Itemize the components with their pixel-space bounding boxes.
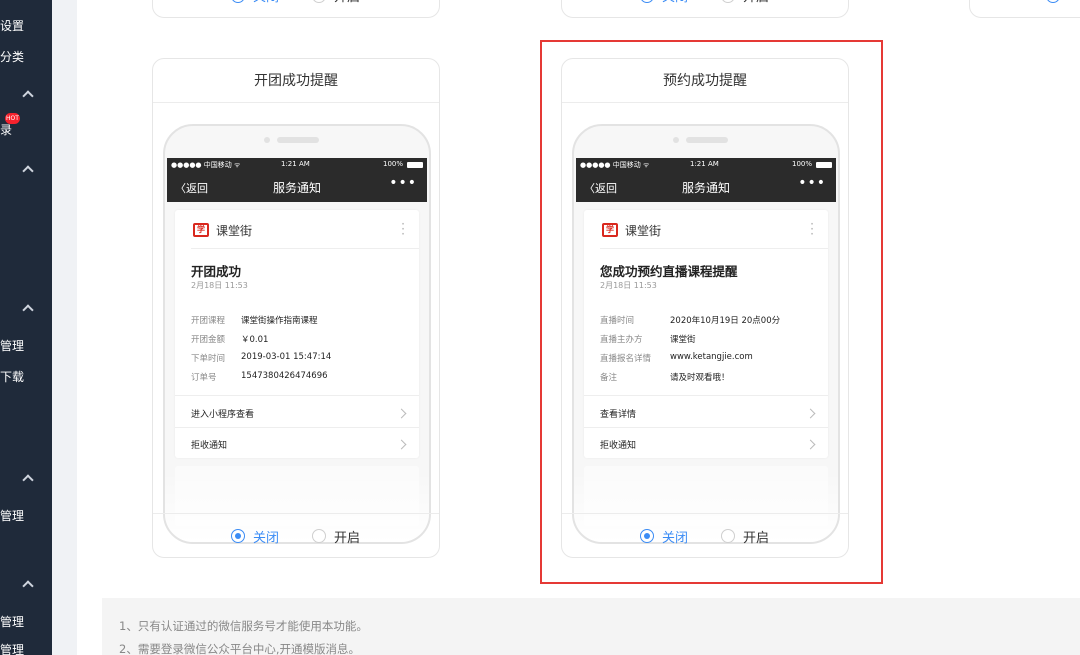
row-value: 课堂街操作指南课程 [241, 316, 318, 326]
clock: 1:21 AM [281, 160, 310, 168]
divider [175, 395, 419, 396]
sidebar-item-download[interactable]: 下载 [0, 368, 24, 385]
divider [175, 427, 419, 428]
open-miniprogram-link[interactable]: 进入小程序查看 [191, 407, 254, 420]
notes-panel: 1、只有认证通过的微信服务号才能使用本功能。 2、需要登录微信公众平台中心,开通… [102, 598, 1080, 655]
template-card-top: 关闭 开启 [561, 0, 849, 18]
carrier: ●●●●● 中国移动 ᯤ [171, 161, 241, 169]
note-item: 1、只有认证通过的微信服务号才能使用本功能。 [119, 619, 368, 633]
speaker-icon [277, 137, 319, 143]
radio-off[interactable] [1046, 0, 1060, 3]
row-label: 开团课程 [191, 316, 226, 326]
message-row: 下单时间 2019-03-01 15:47:14 [191, 352, 331, 364]
message-row: 开团课程 课堂街操作指南课程 [191, 314, 318, 326]
chevron-up-icon[interactable] [22, 580, 34, 592]
brand-name: 课堂街 [216, 224, 253, 238]
sidebar-item-manage[interactable]: 管理 [0, 613, 24, 630]
phone-preview: ●●●●● 中国移动 ᯤ 1:21 AM 100% 〈返回 服务通知 ••• 学… [163, 124, 431, 544]
radio-off[interactable] [640, 0, 654, 3]
template-card-group-success: 开团成功提醒 ●●●●● 中国移动 ᯤ 1:21 AM 100% 〈返回 服务通… [152, 58, 440, 558]
status-bar: ●●●●● 中国移动 ᯤ 1:21 AM 100% [167, 158, 427, 172]
card-footer: 关闭 开启 [153, 513, 439, 557]
radio-on[interactable] [312, 0, 326, 3]
nav-title: 服务通知 [272, 181, 321, 195]
chevron-right-icon [396, 408, 407, 419]
camera-icon [264, 137, 270, 143]
radio-on[interactable] [312, 529, 326, 543]
template-card-top [969, 0, 1080, 18]
chevron-up-icon[interactable] [22, 304, 34, 316]
screen: 设置 分类 HOT 录 管理 下载 管理 管理 管理 关闭 开启 关闭 开启 开… [0, 0, 1080, 655]
row-value: 1547380426474696 [241, 371, 328, 381]
message-row: 订单号 1547380426474696 [191, 371, 328, 383]
chevron-up-icon[interactable] [22, 90, 34, 102]
message-row: 开团金额 ￥0.01 [191, 333, 268, 345]
sidebar-item-category[interactable]: 分类 [0, 48, 24, 65]
divider [191, 248, 419, 249]
sidebar-item-record[interactable]: 录 [0, 121, 12, 138]
message-title: 开团成功 [191, 264, 242, 279]
nav-bar: 〈返回 服务通知 ••• [167, 172, 427, 202]
template-card-top: 关闭 开启 [152, 0, 440, 18]
radio-on-label: 开启 [743, 0, 769, 5]
battery-icon [407, 162, 423, 168]
note-item: 2、需要登录微信公众平台中心,开通模版消息。 [119, 642, 360, 655]
row-value: ￥0.01 [241, 335, 269, 345]
row-label: 订单号 [191, 373, 217, 383]
chevron-up-icon[interactable] [22, 165, 34, 177]
radio-on-label: 开启 [334, 531, 361, 546]
message-date: 2月18日 11:53 [191, 281, 248, 290]
radio-off-label: 关闭 [253, 0, 279, 5]
content-gutter [52, 0, 77, 655]
radio-off[interactable] [231, 0, 245, 3]
more-icon[interactable]: ••• [389, 175, 417, 191]
radio-off-label: 关闭 [662, 0, 688, 5]
radio-off[interactable] [231, 529, 245, 543]
radio-off-label: 关闭 [253, 531, 280, 546]
reject-notice-link[interactable]: 拒收通知 [191, 438, 227, 451]
sidebar-item-settings[interactable]: 设置 [0, 17, 24, 34]
chevron-up-icon[interactable] [22, 474, 34, 486]
sidebar-item-manage[interactable]: 管理 [0, 641, 24, 655]
row-label: 开团金额 [191, 335, 226, 345]
sidebar-item-manage[interactable]: 管理 [0, 337, 24, 354]
sidebar-item-manage[interactable]: 管理 [0, 507, 24, 524]
radio-on-label: 开启 [334, 0, 360, 5]
sidebar: 设置 分类 HOT 录 管理 下载 管理 管理 管理 [0, 0, 52, 655]
radio-on[interactable] [721, 0, 735, 3]
highlight-box [540, 40, 883, 584]
kebab-icon[interactable]: · · · [401, 218, 405, 240]
battery-text: 100% [382, 160, 403, 168]
brand-logo-icon: 学 [193, 223, 209, 237]
row-label: 下单时间 [191, 354, 226, 364]
row-value: 2019-03-01 15:47:14 [241, 352, 332, 362]
chevron-right-icon [396, 439, 407, 450]
message-card: 学 课堂街 · · · 开团成功 2月18日 11:53 开团课程 课堂街操作指南课程… [175, 210, 419, 458]
card-title: 开团成功提醒 [153, 59, 439, 103]
